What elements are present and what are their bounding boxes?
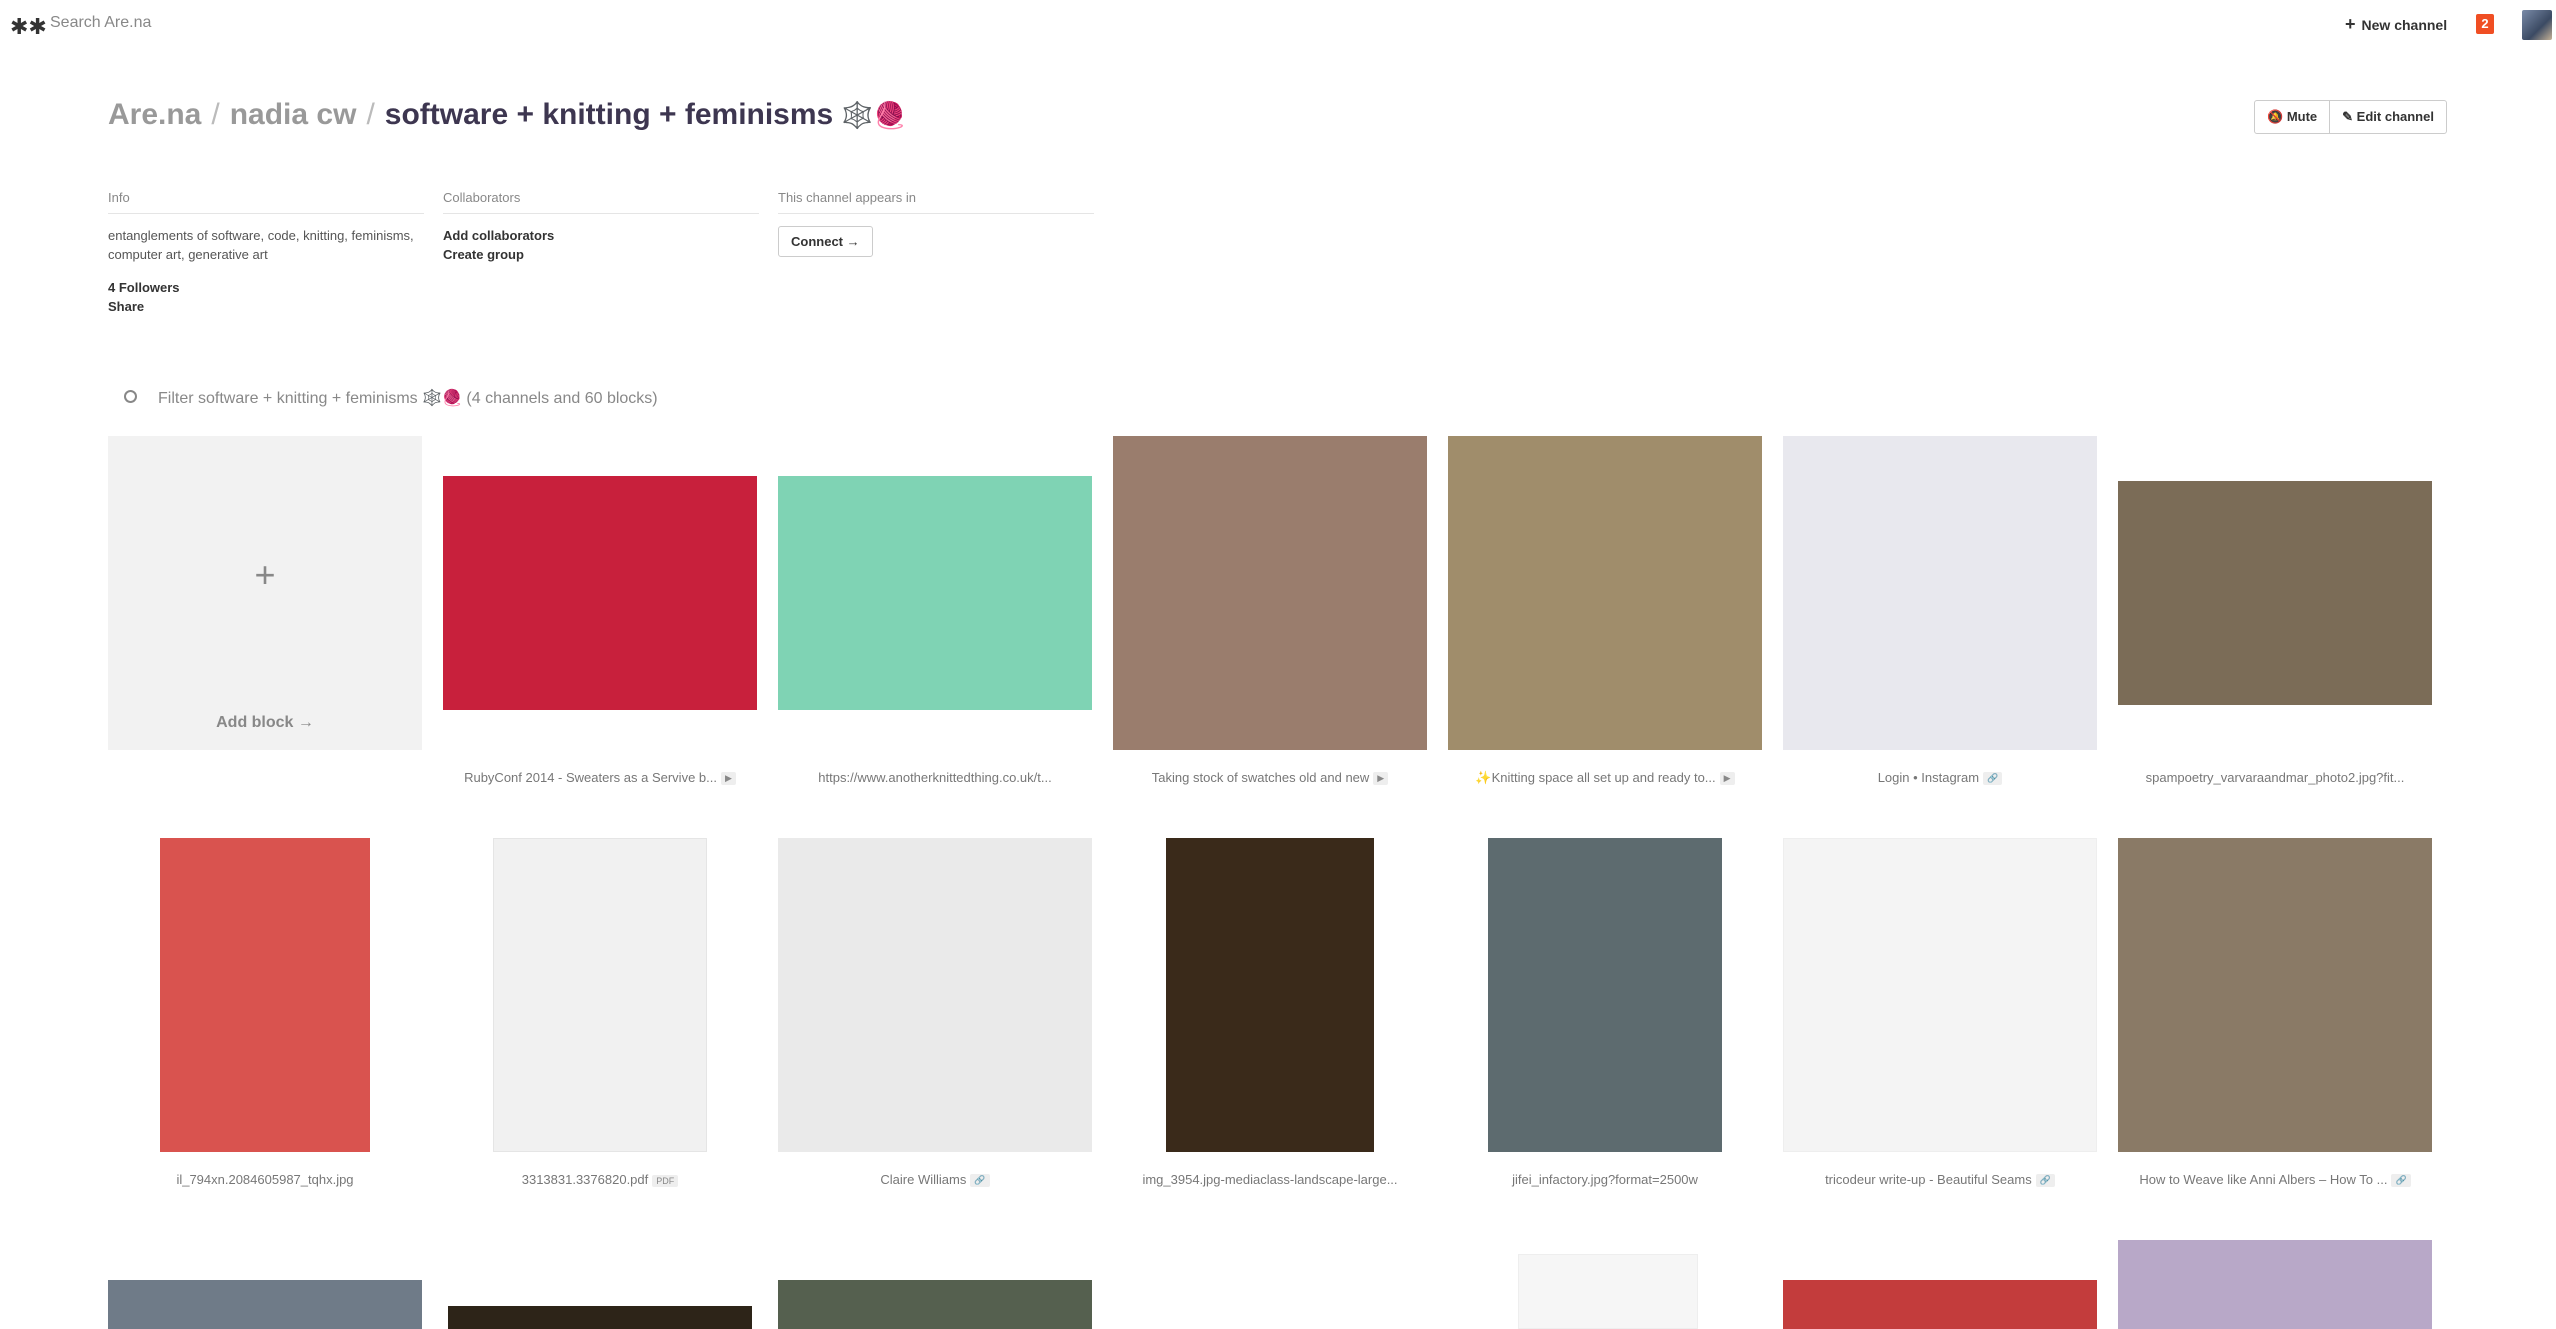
page-title[interactable]: software + knitting + feminisms xyxy=(385,98,833,131)
video-icon: ▶ xyxy=(720,772,736,786)
breadcrumb-user[interactable]: nadia cw xyxy=(230,98,357,131)
block-title: img_3954.jpg-mediaclass-landscape-large.… xyxy=(1142,1172,1398,1187)
channel-actions: 🔕 Mute ✎ Edit channel xyxy=(2254,100,2447,134)
add-block-button[interactable]: + Add block → xyxy=(108,436,422,750)
link-icon: 🔗 xyxy=(2035,1174,2055,1188)
block-thumbnail xyxy=(1783,436,2097,750)
block-title: Login • Instagram xyxy=(1877,770,1980,785)
plus-icon: + xyxy=(254,554,276,595)
block-thumbnail[interactable] xyxy=(1518,1254,1698,1329)
pdf-badge: PDF xyxy=(652,1174,679,1187)
block-caption: img_3954.jpg-mediaclass-landscape-large.… xyxy=(1113,1172,1427,1187)
breadcrumb-separator: / xyxy=(366,98,375,131)
block-thumbnail xyxy=(778,476,1092,710)
block-thumbnail xyxy=(1166,838,1374,1152)
share-link[interactable]: Share xyxy=(108,297,424,316)
block-title: il_794xn.2084605987_tqhx.jpg xyxy=(176,1172,354,1187)
block-thumbnail xyxy=(443,476,757,710)
block-thumbnail xyxy=(2118,838,2432,1152)
block-caption: jifei_infactory.jpg?format=2500w xyxy=(1448,1172,1762,1187)
collaborators-heading: Collaborators xyxy=(443,190,759,214)
top-bar: ✱✱ Search Are.na + New channel 2 xyxy=(0,0,2556,50)
filter-input[interactable]: Filter software + knitting + feminisms 🕸… xyxy=(124,388,658,408)
collaborators-section: Collaborators Add collaborators Create g… xyxy=(443,190,759,264)
info-heading: Info xyxy=(108,190,424,214)
connect-button[interactable]: Connect → xyxy=(778,226,873,257)
block-title: How to Weave like Anni Albers – How To .… xyxy=(2139,1172,2388,1187)
filter-counts: (4 channels and 60 blocks) xyxy=(466,390,658,407)
block-thumbnail xyxy=(1448,436,1762,750)
edit-channel-button[interactable]: ✎ Edit channel xyxy=(2329,101,2446,133)
block-title: Taking stock of swatches old and new xyxy=(1151,770,1370,785)
link-icon: 🔗 xyxy=(1983,772,2003,786)
block-caption: https://www.anotherknittedthing.co.uk/t.… xyxy=(778,770,1092,785)
block-thumbnail[interactable] xyxy=(448,1306,752,1329)
arena-logo-icon[interactable]: ✱✱ xyxy=(10,14,47,40)
block-title: jifei_infactory.jpg?format=2500w xyxy=(1512,1172,1698,1187)
notification-badge[interactable]: 2 xyxy=(2476,14,2494,34)
block-caption: spampoetry_varvaraandmar_photo2.jpg?fit.… xyxy=(2118,770,2432,785)
block-title: RubyConf 2014 - Sweaters as a Servive b.… xyxy=(464,770,717,785)
block-title: ✨Knitting space all set up and ready to.… xyxy=(1475,770,1716,785)
block-thumbnail[interactable] xyxy=(2118,1240,2432,1329)
block-title: 3313831.3376820.pdf xyxy=(521,1172,649,1187)
link-icon: 🔗 xyxy=(970,1174,990,1188)
block-caption: Login • Instagram 🔗 xyxy=(1783,770,2097,786)
block-thumbnail xyxy=(1113,436,1427,750)
filter-emoji: 🕸️🧶 xyxy=(422,390,462,407)
edit-channel-label: Edit channel xyxy=(2356,109,2434,124)
followers-link[interactable]: 4 Followers xyxy=(108,278,424,297)
search-icon xyxy=(124,390,137,403)
video-icon: ▶ xyxy=(1373,772,1389,786)
block-thumbnail[interactable] xyxy=(778,1280,1092,1329)
block-caption: ✨Knitting space all set up and ready to.… xyxy=(1448,770,1762,786)
block-caption: 3313831.3376820.pdf PDF xyxy=(443,1172,757,1187)
add-block-label: Add block → xyxy=(216,714,314,731)
block-caption: il_794xn.2084605987_tqhx.jpg xyxy=(108,1172,422,1187)
block-caption: Claire Williams 🔗 xyxy=(778,1172,1092,1188)
block-caption: How to Weave like Anni Albers – How To .… xyxy=(2118,1172,2432,1188)
block-thumbnail[interactable] xyxy=(1783,1280,2097,1329)
breadcrumb-root[interactable]: Are.na xyxy=(108,98,201,131)
block-thumbnail[interactable] xyxy=(108,1280,422,1329)
block-title: https://www.anotherknittedthing.co.uk/t.… xyxy=(818,770,1052,785)
block-thumbnail xyxy=(1783,838,2097,1152)
new-channel-button[interactable]: + New channel xyxy=(2345,14,2447,35)
block-title: Claire Williams xyxy=(880,1172,967,1187)
block-caption: tricodeur write-up - Beautiful Seams 🔗 xyxy=(1783,1172,2097,1188)
new-channel-label: New channel xyxy=(2361,17,2448,33)
block-title: spampoetry_varvaraandmar_photo2.jpg?fit.… xyxy=(2145,770,2405,785)
create-group-link[interactable]: Create group xyxy=(443,245,759,264)
add-collaborators-link[interactable]: Add collaborators xyxy=(443,226,759,245)
appears-in-heading: This channel appears in xyxy=(778,190,1094,214)
filter-label: Filter software + knitting + feminisms xyxy=(158,390,418,407)
breadcrumb-separator: / xyxy=(211,98,220,131)
mute-button[interactable]: 🔕 Mute xyxy=(2255,101,2329,133)
block-thumbnail xyxy=(493,838,707,1152)
info-section: Info entanglements of software, code, kn… xyxy=(108,190,424,316)
breadcrumb: Are.na / nadia cw / software + knitting + fe… xyxy=(108,98,906,132)
block-thumbnail xyxy=(778,838,1092,1152)
plus-icon: + xyxy=(2345,14,2356,34)
appears-in-section: This channel appears in Connect → xyxy=(778,190,1094,257)
block-thumbnail xyxy=(160,838,370,1152)
block-thumbnail xyxy=(1488,838,1722,1152)
block-caption: Taking stock of swatches old and new ▶ xyxy=(1113,770,1427,786)
channel-description: entanglements of software, code, knittin… xyxy=(108,228,414,262)
video-icon: ▶ xyxy=(1719,772,1735,786)
mute-label: Mute xyxy=(2286,109,2318,124)
channel-emoji: 🕸️🧶 xyxy=(841,100,906,130)
block-thumbnail xyxy=(2118,481,2432,705)
block-title: tricodeur write-up - Beautiful Seams xyxy=(1825,1172,2032,1187)
search-input[interactable]: Search Are.na xyxy=(50,14,151,32)
link-icon: 🔗 xyxy=(2391,1174,2411,1188)
avatar[interactable] xyxy=(2522,10,2552,40)
block-caption: RubyConf 2014 - Sweaters as a Servive b.… xyxy=(443,770,757,786)
